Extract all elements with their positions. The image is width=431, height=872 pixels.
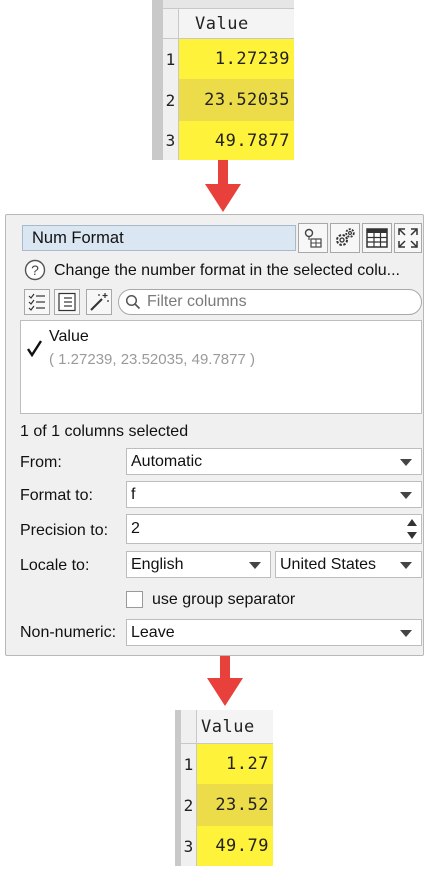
locale-country-dropdown[interactable]: United States [275, 551, 422, 578]
table-cell[interactable]: 1.27 [197, 744, 273, 784]
table-left-edge [152, 0, 163, 160]
nonnumeric-value: Leave [131, 623, 175, 641]
table-cell[interactable]: 1.27239 [179, 39, 294, 79]
filter-columns-field[interactable] [145, 292, 399, 312]
column-checkbox[interactable] [25, 339, 45, 359]
panel-title: Num Format [22, 225, 296, 251]
precision-value: 2 [131, 520, 140, 537]
input-table: Value 1 1.27239 2 23.52035 3 49.7877 [152, 0, 294, 160]
checkmark-icon [27, 340, 43, 358]
nonnumeric-dropdown[interactable]: Leave [126, 619, 422, 646]
table-icon [366, 228, 388, 248]
expand-icon [398, 228, 418, 248]
locale-country-value: United States [280, 555, 377, 573]
from-label: From: [20, 454, 62, 471]
help-text: Change the number format in the selected… [54, 262, 400, 279]
table-cell[interactable]: 49.79 [197, 826, 273, 866]
table-cell[interactable]: 49.7877 [179, 121, 294, 160]
checklist-icon [28, 293, 45, 311]
precision-label: Precision to: [20, 522, 109, 539]
chevron-down-icon [400, 562, 412, 569]
column-header-value[interactable]: Value [197, 710, 273, 744]
list-icon [58, 292, 76, 312]
row-number[interactable]: 3 [181, 826, 197, 866]
selection-status: 1 of 1 columns selected [20, 423, 189, 440]
down-arrow-icon [203, 160, 243, 215]
column-preview: ( 1.27239, 23.52035, 49.7877 ) [49, 351, 256, 368]
row-number[interactable]: 3 [163, 121, 179, 160]
num-format-panel: Num Format ? Change the number format in… [5, 214, 424, 656]
table-cell[interactable]: 23.52 [197, 784, 273, 826]
magic-wand-icon [90, 293, 109, 311]
list-button[interactable] [54, 289, 80, 315]
gears-icon [336, 228, 355, 246]
node-settings-button[interactable] [298, 223, 328, 253]
output-table: Value 1 1.27 2 23.52 3 49.79 [175, 710, 273, 866]
column-list: Value ( 1.27239, 23.52035, 49.7877 ) [20, 320, 422, 414]
row-number[interactable]: 1 [181, 744, 197, 784]
chevron-down-icon [400, 630, 412, 637]
nonnumeric-label: Non-numeric: [20, 624, 117, 641]
format-dropdown[interactable]: f [126, 481, 422, 508]
help-icon[interactable]: ? [24, 259, 46, 281]
precision-spinner[interactable]: 2 [126, 514, 422, 544]
group-separator-label[interactable]: use group separator [152, 591, 295, 609]
maximize-button[interactable] [394, 223, 422, 253]
chevron-down-icon [249, 562, 261, 569]
locale-language-dropdown[interactable]: English [126, 551, 271, 578]
spinner-arrows-icon[interactable] [405, 516, 419, 542]
from-value: Automatic [131, 452, 203, 470]
corner-cell [181, 710, 197, 744]
node-icon [304, 228, 322, 248]
chevron-down-icon [400, 492, 412, 499]
format-label: Format to: [20, 487, 93, 504]
row-number[interactable]: 1 [163, 39, 179, 79]
down-arrow-icon [205, 656, 245, 710]
column-header-value[interactable]: Value [179, 9, 294, 39]
toolbar-strip [163, 0, 294, 9]
chevron-down-icon [400, 459, 412, 466]
search-icon [125, 294, 141, 310]
from-dropdown[interactable]: Automatic [126, 448, 422, 475]
table-cell[interactable]: 23.52035 [179, 79, 294, 121]
group-separator-checkbox[interactable] [126, 591, 143, 608]
column-name[interactable]: Value [49, 328, 89, 346]
filter-columns-input[interactable] [118, 289, 422, 315]
locale-label: Locale to: [20, 557, 90, 574]
gear-button[interactable] [330, 223, 360, 253]
check-all-button[interactable] [24, 289, 50, 315]
svg-text:?: ? [31, 262, 39, 278]
row-number[interactable]: 2 [163, 79, 179, 121]
corner-cell [163, 9, 179, 39]
table-view-button[interactable] [362, 223, 392, 253]
row-number[interactable]: 2 [181, 784, 197, 826]
magic-wand-button[interactable] [86, 289, 112, 315]
format-value: f [131, 485, 136, 503]
locale-language-value: English [131, 555, 184, 573]
